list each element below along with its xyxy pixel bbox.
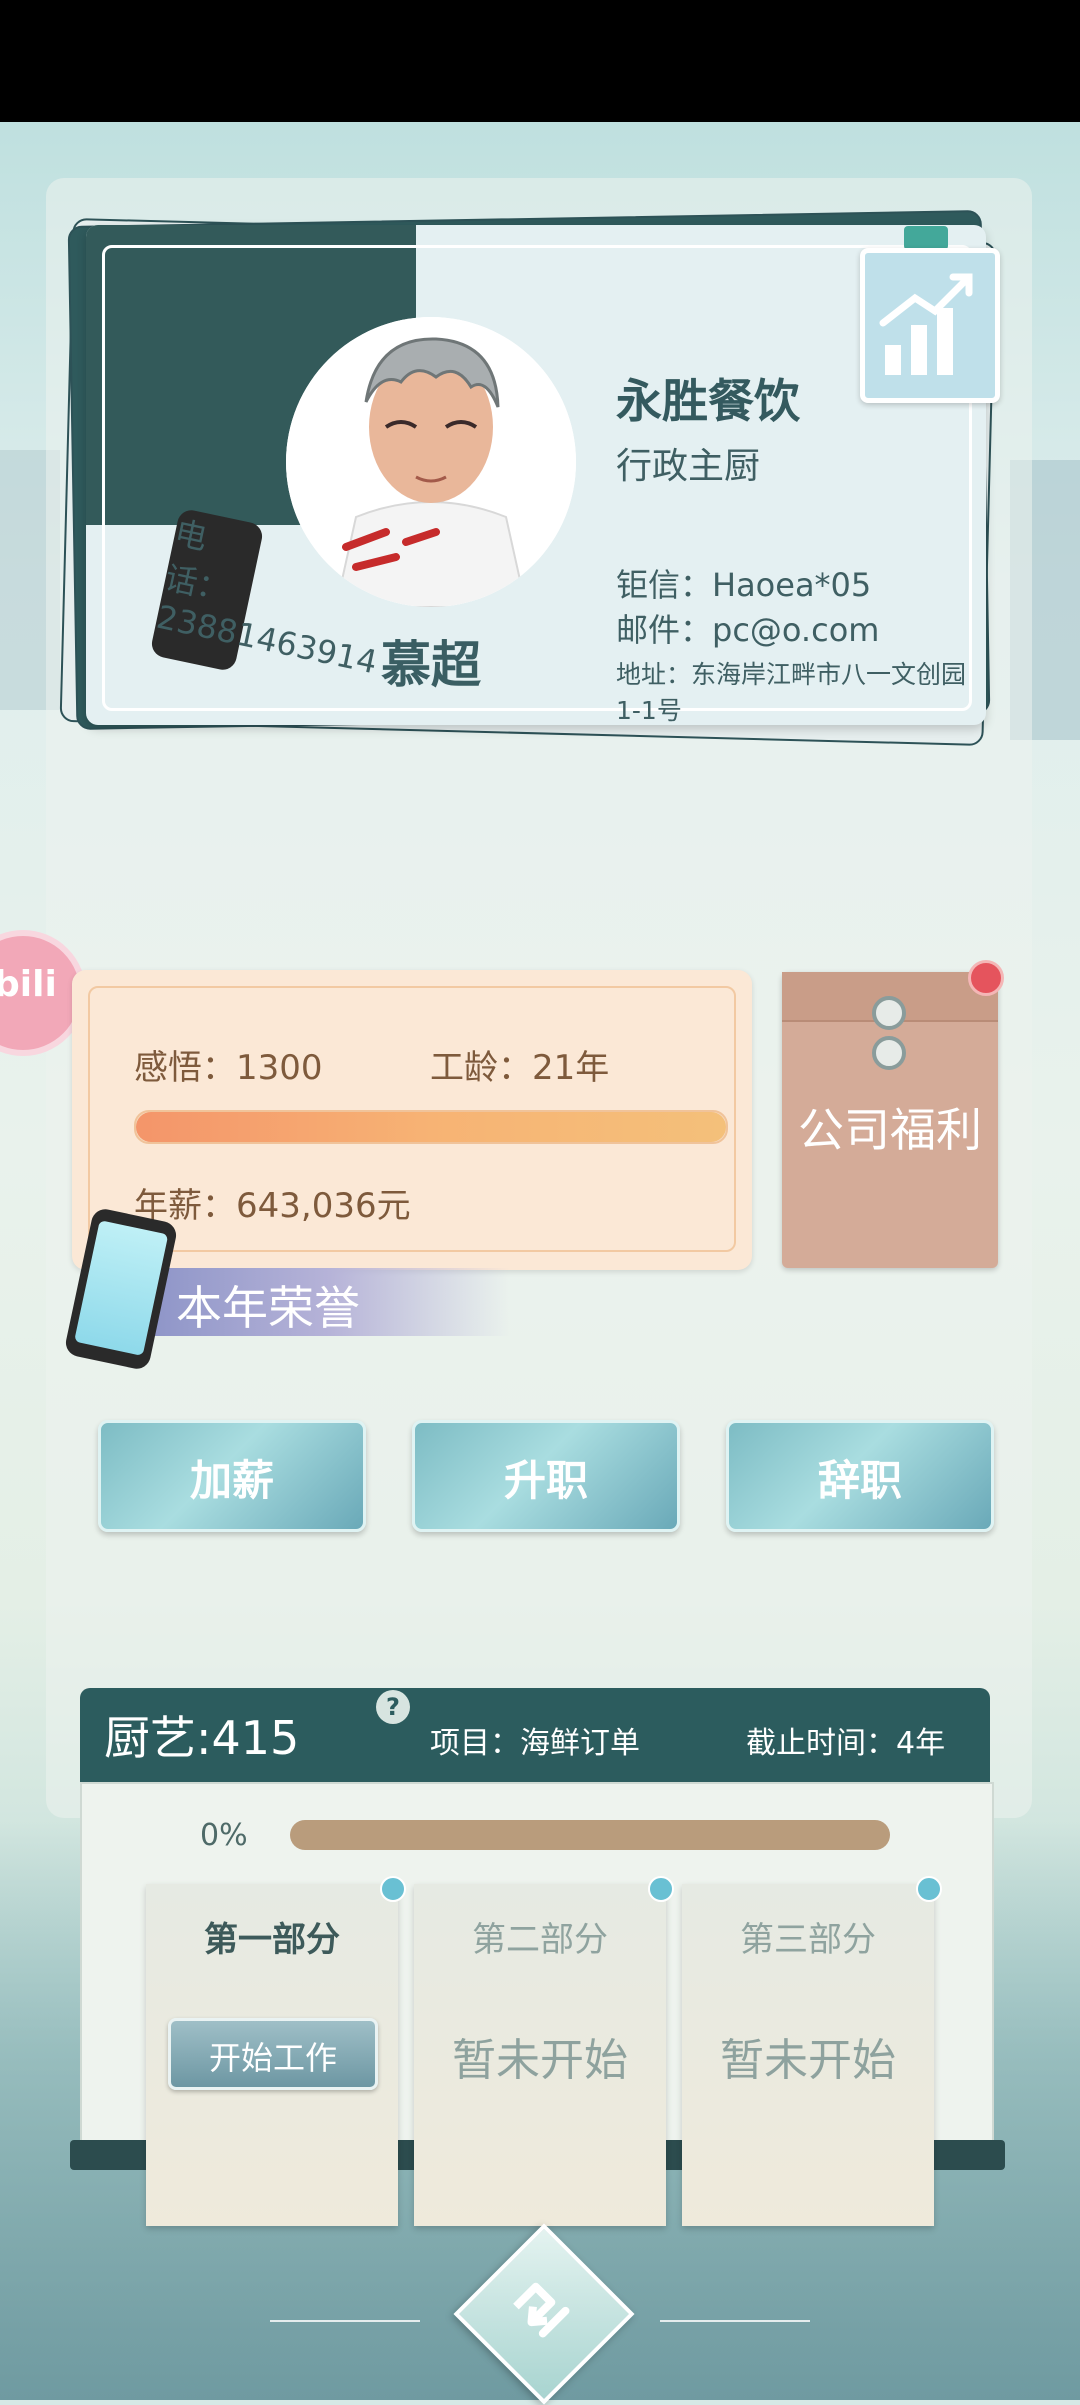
part-three-title: 第三部分 xyxy=(740,1920,876,1960)
wechat-id: 钜信：Haoea*05 xyxy=(616,566,872,604)
status-bar xyxy=(0,0,1080,122)
insight-stat: 感悟：1300 xyxy=(134,1048,323,1088)
envelope-button-icon xyxy=(872,996,906,1030)
job-title: 行政主厨 xyxy=(616,446,761,487)
bilibili-label: bili xyxy=(0,964,57,1005)
start-work-label: 开始工作 xyxy=(208,2039,337,2077)
part-three-note: 第三部分 暂未开始 xyxy=(682,1884,934,2226)
stats-border: 感悟：1300 工龄：21年 年薪：643,036元 xyxy=(88,986,736,1252)
project-deadline: 截止时间：4年 xyxy=(746,1726,946,1761)
company-welfare-button[interactable]: 公司福利 xyxy=(782,972,998,1268)
company-welfare-label: 公司福利 xyxy=(798,1103,982,1157)
notification-dot xyxy=(968,960,1004,996)
project-progress-text: 0% xyxy=(200,1818,248,1853)
promote-label: 升职 xyxy=(503,1456,588,1505)
address: 地址：东海岸江畔市八一文创园1-1号 xyxy=(616,660,967,725)
cooking-skill: 厨艺:415 xyxy=(104,1711,300,1765)
avatar xyxy=(286,317,576,607)
company-name: 永胜餐饮 xyxy=(616,374,800,428)
part-two-status: 暂未开始 xyxy=(452,2035,628,2086)
annual-honor-label: 本年荣誉 xyxy=(176,1281,360,1335)
pin-icon xyxy=(916,1876,942,1902)
stats-panel: 感悟：1300 工龄：21年 年薪：643,036元 xyxy=(72,970,752,1270)
project-progress-bar xyxy=(290,1820,890,1850)
part-three-status: 暂未开始 xyxy=(720,2035,896,2086)
chef-portrait-icon xyxy=(286,317,576,607)
part-one-title: 第一部分 xyxy=(204,1920,340,1960)
part-two-title: 第二部分 xyxy=(472,1920,608,1960)
start-work-button[interactable]: 开始工作 xyxy=(168,2018,378,2090)
stats-progress-bar xyxy=(134,1110,728,1144)
raise-salary-label: 加薪 xyxy=(189,1456,274,1505)
pin-icon xyxy=(648,1876,674,1902)
help-icon[interactable]: ? xyxy=(376,1690,410,1724)
pin-icon xyxy=(380,1876,406,1902)
card-front: 慕超 永胜餐饮 行政主厨 电话：23881463914 钜信：Haoea*05 … xyxy=(86,225,986,725)
part-two-note: 第二部分 暂未开始 xyxy=(414,1884,666,2226)
envelope-button-icon xyxy=(872,1036,906,1070)
decorative-line xyxy=(660,2320,810,2322)
tenure-stat: 工龄：21年 xyxy=(430,1048,610,1088)
part-one-note: 第一部分 开始工作 xyxy=(146,1884,398,2226)
phone-screen xyxy=(74,1220,169,1356)
project-name: 项目：海鲜订单 xyxy=(430,1726,640,1761)
stats-progress-fill xyxy=(136,1112,726,1142)
business-card: 慕超 永胜餐饮 行政主厨 电话：23881463914 钜信：Haoea*05 … xyxy=(59,200,997,760)
resign-label: 辞职 xyxy=(817,1456,902,1505)
promote-button[interactable]: 升职 xyxy=(412,1420,680,1532)
decorative-line xyxy=(270,2320,420,2322)
chart-clip xyxy=(904,226,948,250)
email-address: 邮件：pc@o.com xyxy=(616,611,880,649)
raise-salary-button[interactable]: 加薪 xyxy=(98,1420,366,1532)
resign-button[interactable]: 辞职 xyxy=(726,1420,994,1532)
growth-chart-icon[interactable] xyxy=(860,248,1000,403)
growth-chart-glyph xyxy=(879,273,973,375)
salary-stat: 年薪：643,036元 xyxy=(134,1186,411,1226)
